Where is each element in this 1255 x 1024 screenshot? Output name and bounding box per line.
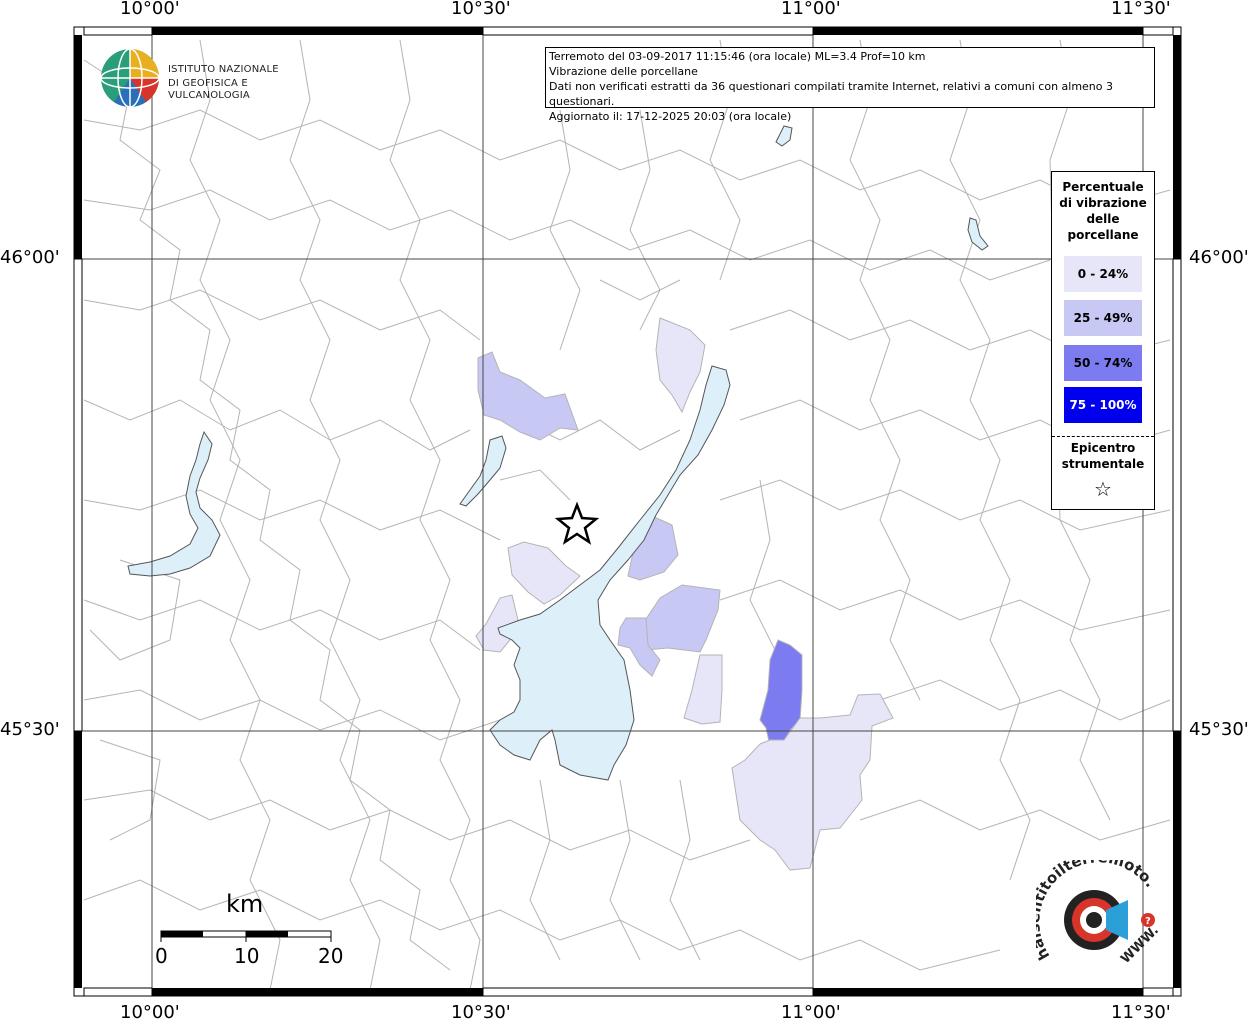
haisentito-logo: haisentitoilterremoto.it ? WWW. — [1036, 860, 1166, 980]
legend-title-line: Percentuale — [1062, 180, 1144, 194]
bottom-lon-label-2: 10°30' — [451, 1002, 511, 1023]
top-lon-label-1: 10°00' — [120, 0, 180, 19]
legend-title-line: porcellane — [1067, 228, 1139, 242]
top-lon-label-3: 11°00' — [781, 0, 841, 19]
bottom-lon-label-4: 11°30' — [1111, 1002, 1171, 1023]
top-lon-label-2: 10°30' — [451, 0, 511, 19]
legend-title-line: di vibrazione — [1059, 196, 1147, 210]
data-note: Dati non verificati estratti da 36 quest… — [549, 80, 1114, 108]
event-title: Terremoto del 03-09-2017 11:15:46 (ora l… — [549, 50, 926, 63]
update-timestamp: Aggiornato il: 17-12-2025 20:03 (ora loc… — [549, 110, 792, 123]
logo-line-1: ISTITUTO NAZIONALE — [168, 64, 279, 75]
right-lat-label-2: 45°30' — [1189, 719, 1249, 740]
left-lat-label-1: 46°00' — [0, 247, 60, 268]
legend-class-75-100: 75 - 100% — [1064, 387, 1142, 423]
seismometer-icon: haisentitoilterremoto.it ? WWW. — [1036, 860, 1162, 967]
bottom-lon-label-3: 11°00' — [781, 1002, 841, 1023]
bottom-lon-label-1: 10°00' — [120, 1002, 180, 1023]
scale-tick-20: 20 — [318, 944, 344, 968]
left-lat-label-2: 45°30' — [0, 719, 60, 740]
globe-icon — [100, 48, 160, 108]
legend-title: Percentuale di vibrazione delle porcella… — [1052, 179, 1154, 243]
legend-epicenter-star-icon: ☆ — [1094, 477, 1112, 501]
map-subject: Vibrazione delle porcellane — [549, 65, 698, 78]
scale-tick-0: 0 — [155, 944, 168, 968]
ingv-logo: ISTITUTO NAZIONALE DI GEOFISICA E VULCAN… — [100, 48, 320, 110]
legend: Percentuale di vibrazione delle porcella… — [1051, 171, 1155, 510]
legend-epicenter-line: strumentale — [1061, 457, 1145, 471]
legend-class-0-24: 0 - 24% — [1064, 256, 1142, 292]
event-info-box: Terremoto del 03-09-2017 11:15:46 (ora l… — [545, 47, 1155, 123]
right-lat-label-1: 46°00' — [1189, 247, 1249, 268]
legend-title-line: delle — [1086, 212, 1120, 226]
legend-divider — [1052, 436, 1154, 437]
legend-epicenter-line: Epicentro — [1070, 441, 1136, 455]
logo-line-2: DI GEOFISICA E VULCANOLOGIA — [168, 78, 250, 101]
scale-unit: km — [226, 890, 264, 918]
legend-epicenter-title: Epicentro strumentale — [1052, 440, 1154, 472]
legend-class-25-49: 25 - 49% — [1064, 300, 1142, 336]
scale-tick-10: 10 — [234, 944, 260, 968]
top-lon-label-4: 11°30' — [1111, 0, 1171, 19]
legend-class-50-74: 50 - 74% — [1064, 345, 1142, 381]
